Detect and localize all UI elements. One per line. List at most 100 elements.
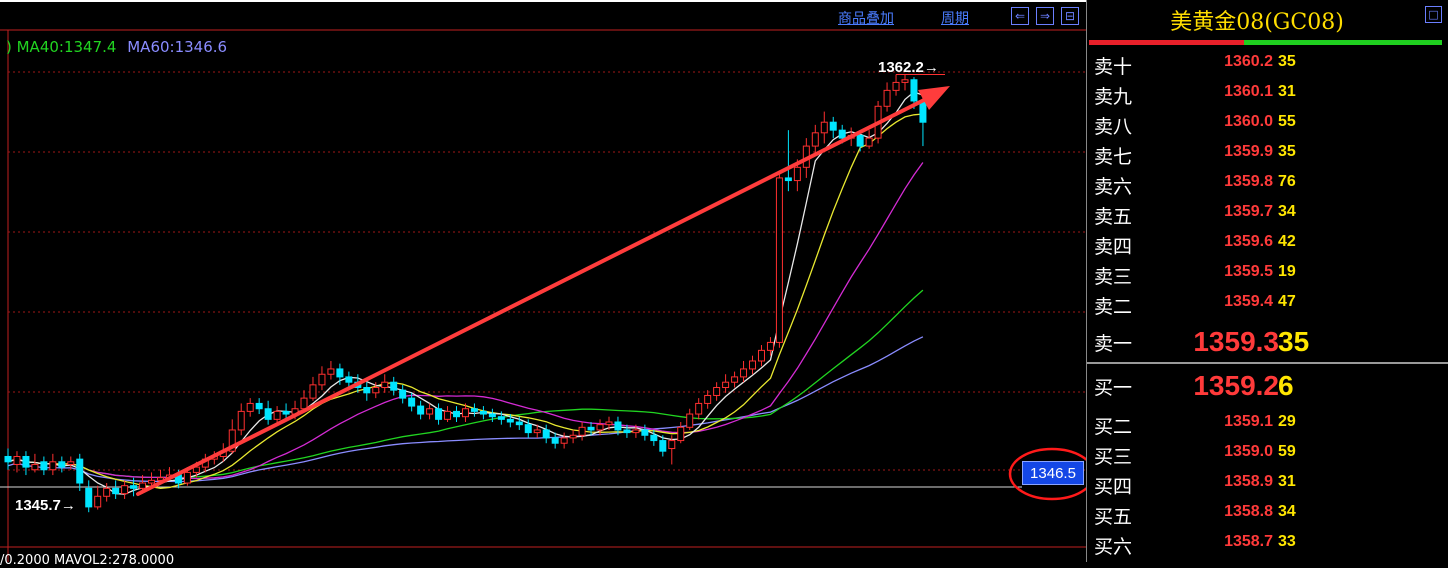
candle-body (103, 487, 111, 497)
candle-body (686, 413, 694, 428)
order-row[interactable]: 买五 1358.8 34 (1087, 500, 1448, 530)
order-volume: 47 (1278, 293, 1296, 310)
order-row[interactable]: 买一 1359.2 6 (1087, 370, 1448, 401)
order-price: 1359.2 (1193, 370, 1279, 401)
ma20-line (7, 162, 924, 480)
ma-legend: ) MA40:1347.4 MA60:1346.6 (6, 38, 233, 56)
order-level-label: 买四 (1094, 476, 1133, 498)
panel-toggle-icon[interactable]: □ (1425, 6, 1442, 23)
candle-body (632, 429, 640, 434)
order-row[interactable]: 卖八 1360.0 55 (1087, 110, 1448, 140)
candle-body (668, 440, 676, 450)
candle-body (488, 413, 496, 418)
order-row[interactable]: 买二 1359.1 29 (1087, 410, 1448, 440)
low-price-label: 1345.7→ (15, 497, 76, 514)
candle-body (49, 461, 57, 471)
candle-body (587, 426, 595, 431)
order-row[interactable]: 卖五 1359.7 34 (1087, 200, 1448, 230)
candle-body (551, 437, 559, 444)
order-row[interactable]: 卖六 1359.8 76 (1087, 170, 1448, 200)
candle-body (390, 381, 398, 391)
order-price: 1359.5 (1224, 263, 1273, 280)
order-row[interactable]: 卖二 1359.4 47 (1087, 290, 1448, 320)
order-row[interactable]: 买四 1358.9 31 (1087, 470, 1448, 500)
candle-body (417, 405, 425, 415)
next-arrow-icon[interactable]: ⇒ (1036, 7, 1054, 25)
order-volume: 35 (1278, 143, 1296, 160)
order-price: 1359.1 (1224, 413, 1273, 430)
candle-body (40, 461, 48, 471)
candle-body (910, 79, 918, 102)
candle-body (497, 416, 505, 420)
order-volume: 33 (1278, 533, 1296, 550)
order-row[interactable]: 卖九 1360.1 31 (1087, 80, 1448, 110)
low-price-value: 1345.7 (15, 497, 61, 514)
order-volume: 34 (1278, 503, 1296, 520)
order-row[interactable]: 卖十 1360.2 35 (1087, 50, 1448, 80)
candle-body (731, 376, 739, 383)
quote-panel: 美黄金08(GC08) □ 卖十 1360.2 35 卖九 1360.1 31 卖八 1360… (1086, 0, 1448, 562)
order-row[interactable]: 卖一 1359.3 35 (1087, 326, 1448, 357)
order-price: 1360.0 (1224, 113, 1273, 130)
order-level-label: 卖三 (1094, 266, 1133, 288)
overlay-commodity-link[interactable]: 商品叠加 (838, 8, 894, 28)
candle-body (757, 349, 765, 362)
candle-body (85, 487, 93, 508)
order-price: 1359.0 (1224, 443, 1273, 460)
candle-body (623, 429, 631, 434)
candle-body (381, 381, 389, 389)
candle-body (345, 376, 353, 383)
sell-ratio-bar (1089, 40, 1244, 45)
candle-body (148, 479, 156, 484)
candle-body (309, 384, 317, 399)
order-row[interactable]: 卖三 1359.5 19 (1087, 260, 1448, 290)
candle-body (4, 455, 12, 463)
candle-body (766, 341, 774, 351)
candle-body (282, 410, 290, 415)
candle-body (677, 426, 685, 442)
candle-body (58, 461, 66, 468)
candle-body (775, 177, 783, 343)
candle-body (264, 408, 272, 420)
candle-body (506, 418, 514, 423)
kline-chart[interactable]: 商品叠加 周期 ⇐ ⇒ ⊟ ) MA40:1347.4 MA60:1346.6 … (0, 2, 1086, 567)
candle-body (363, 387, 371, 394)
chart-canvas[interactable] (0, 2, 1086, 562)
ma40-line (7, 289, 924, 479)
candle-body (740, 368, 748, 378)
order-level-label: 卖七 (1094, 146, 1133, 168)
layout-toggle-icon[interactable]: ⊟ (1061, 7, 1079, 25)
order-row[interactable]: 卖四 1359.6 42 (1087, 230, 1448, 260)
candle-body (569, 434, 577, 439)
period-link[interactable]: 周期 (941, 8, 969, 28)
order-price: 1360.1 (1224, 83, 1273, 100)
order-price: 1359.4 (1224, 293, 1273, 310)
order-level-label: 买二 (1094, 416, 1133, 438)
candle-body (67, 461, 75, 465)
order-level-label: 卖一 (1094, 333, 1133, 355)
candle-body (237, 410, 245, 431)
candle-body (641, 429, 649, 436)
candle-body (605, 421, 613, 426)
candle-body (560, 437, 568, 444)
candle-body (183, 471, 191, 484)
candle-body (784, 177, 792, 182)
order-volume: 6 (1278, 370, 1294, 401)
candle-body (793, 166, 801, 182)
order-row[interactable]: 买六 1358.7 33 (1087, 530, 1448, 560)
candle-body (919, 100, 927, 123)
order-row[interactable]: 卖七 1359.9 35 (1087, 140, 1448, 170)
candle-body (659, 440, 667, 452)
candle-body (883, 89, 891, 107)
candle-body (94, 495, 102, 508)
candle-body (829, 121, 837, 131)
order-volume: 19 (1278, 263, 1296, 280)
candle-body (461, 408, 469, 418)
order-level-label: 卖四 (1094, 236, 1133, 258)
prev-arrow-icon[interactable]: ⇐ (1011, 7, 1029, 25)
order-volume: 34 (1278, 203, 1296, 220)
order-row[interactable]: 买三 1359.0 59 (1087, 440, 1448, 470)
candle-body (533, 429, 541, 434)
order-volume: 31 (1278, 83, 1296, 100)
candle-body (713, 387, 721, 396)
